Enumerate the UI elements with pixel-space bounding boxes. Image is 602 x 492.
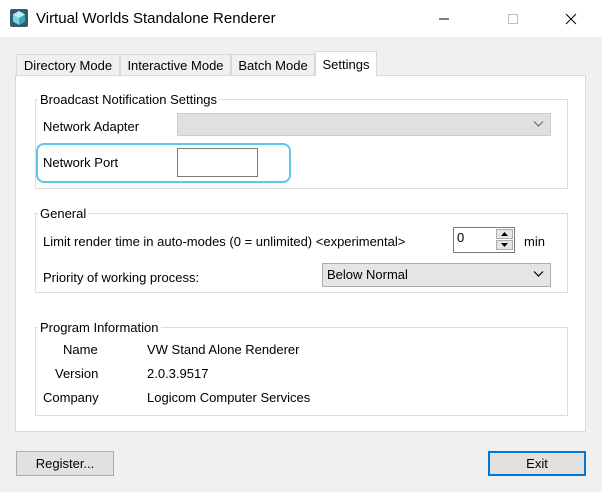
- chevron-down-icon: [533, 271, 544, 277]
- window-title: Virtual Worlds Standalone Renderer: [36, 10, 276, 27]
- tab-interactive-mode[interactable]: Interactive Mode: [120, 54, 231, 75]
- title-bar: Virtual Worlds Standalone Renderer: [0, 0, 602, 37]
- spin-down-button[interactable]: [496, 240, 513, 250]
- priority-value: Below Normal: [327, 267, 408, 282]
- info-name-label: Name: [63, 342, 98, 357]
- priority-label: Priority of working process:: [43, 270, 200, 285]
- limit-render-time-value: 0: [457, 230, 465, 245]
- program-info-group-title: Program Information: [38, 320, 161, 335]
- chevron-down-icon: [533, 121, 544, 127]
- network-adapter-label: Network Adapter: [43, 119, 140, 134]
- general-group-title: General: [38, 206, 89, 221]
- tab-settings[interactable]: Settings: [315, 51, 377, 76]
- broadcast-group-title: Broadcast Notification Settings: [38, 92, 220, 107]
- settings-panel: Broadcast Notification Settings Network …: [15, 75, 586, 432]
- maximize-button[interactable]: [490, 0, 535, 37]
- info-company-label: Company: [43, 390, 99, 405]
- minimize-icon: [438, 18, 449, 19]
- register-button[interactable]: Register...: [16, 451, 114, 476]
- info-name-value: VW Stand Alone Renderer: [147, 342, 300, 357]
- info-version-value: 2.0.3.9517: [147, 366, 209, 381]
- spin-up-button[interactable]: [496, 229, 513, 239]
- app-icon: [10, 9, 28, 27]
- limit-render-time-spinner[interactable]: 0: [453, 227, 515, 253]
- maximize-icon: [507, 13, 518, 24]
- network-port-label: Network Port: [43, 155, 119, 170]
- arrow-up-icon: [501, 232, 508, 236]
- limit-unit-label: min: [524, 234, 545, 249]
- limit-render-time-label: Limit render time in auto-modes (0 = unl…: [43, 234, 406, 249]
- network-port-input[interactable]: [177, 148, 258, 177]
- info-company-value: Logicom Computer Services: [147, 390, 311, 405]
- arrow-down-icon: [501, 243, 508, 247]
- tab-batch-mode[interactable]: Batch Mode: [231, 54, 315, 75]
- close-button[interactable]: [548, 0, 593, 37]
- minimize-button[interactable]: [421, 0, 466, 37]
- info-version-label: Version: [55, 366, 99, 381]
- close-icon: [565, 13, 576, 24]
- priority-select[interactable]: Below Normal: [322, 263, 551, 287]
- network-adapter-select[interactable]: [177, 113, 551, 136]
- exit-button[interactable]: Exit: [488, 451, 586, 476]
- tab-directory-mode[interactable]: Directory Mode: [16, 54, 120, 75]
